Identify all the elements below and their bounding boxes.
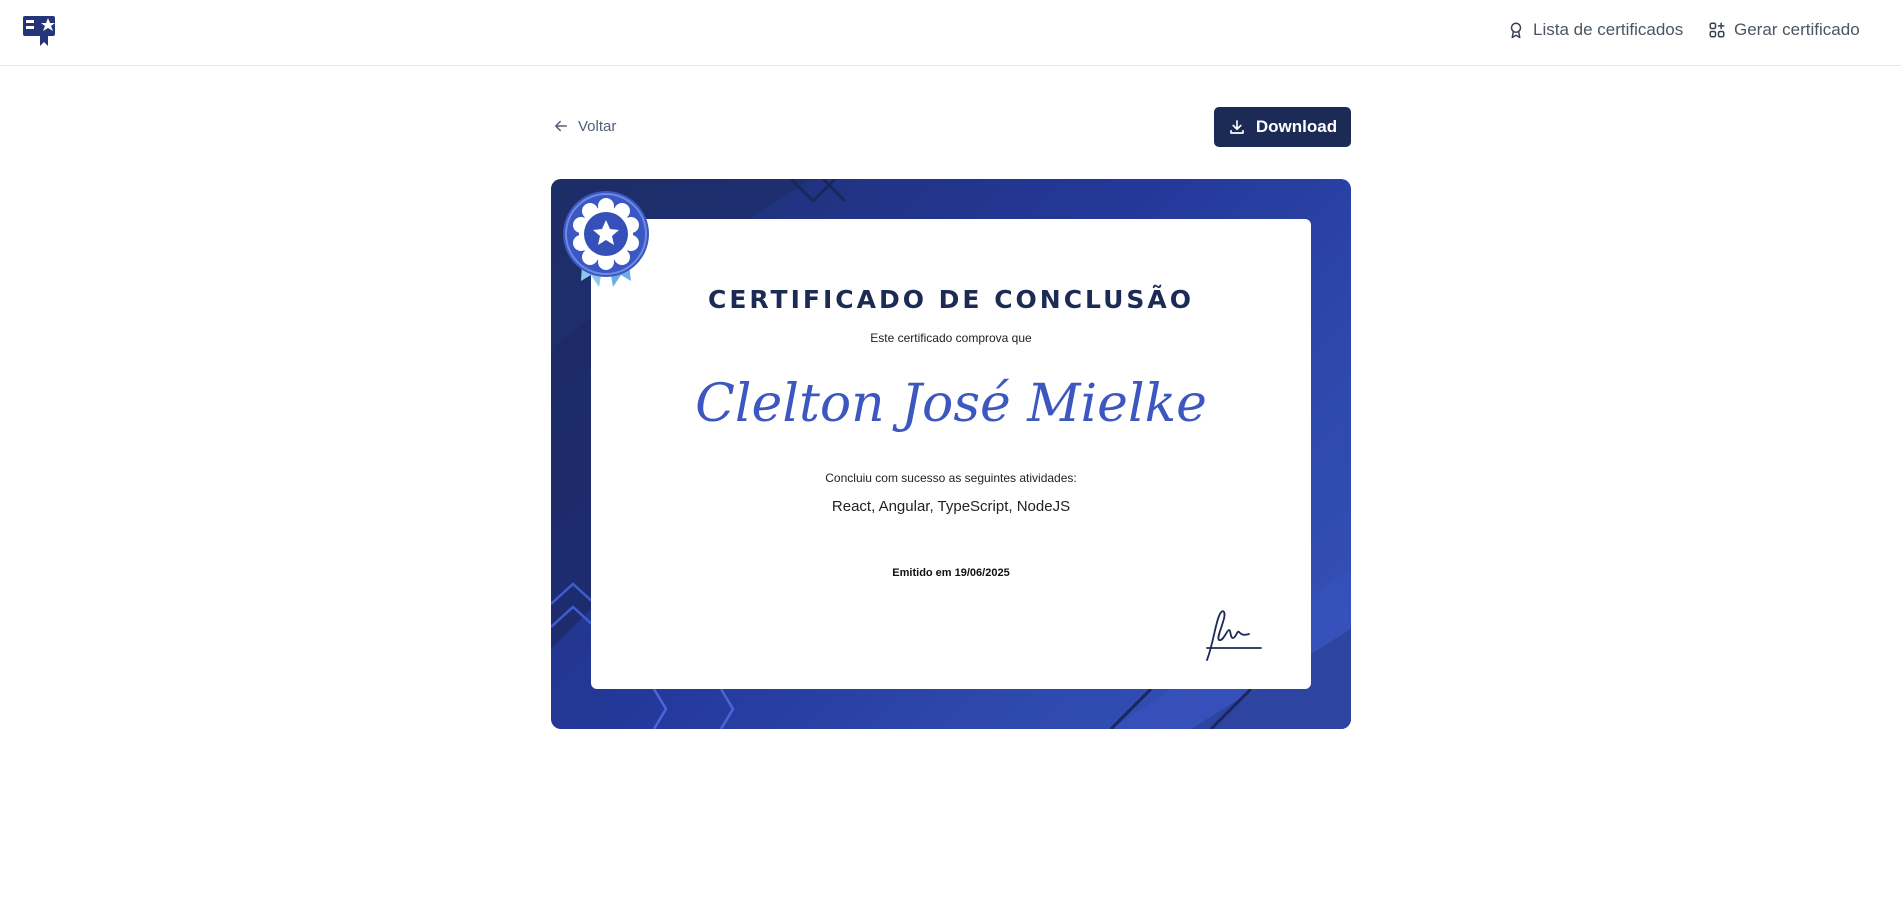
certificate-title: CERTIFICADO DE CONCLUSÃO — [707, 285, 1195, 314]
certificate-subtitle: Este certificado comprova que — [870, 331, 1032, 345]
activities-list: React, Angular, TypeScript, NodeJS — [831, 498, 1071, 515]
completed-activities-label: Concluiu com sucesso as seguintes ativid… — [825, 471, 1077, 485]
nav-generate-certificate[interactable]: Gerar certificado — [1708, 20, 1860, 40]
grid-plus-icon — [1709, 22, 1725, 38]
arrow-left-icon — [555, 120, 567, 132]
download-icon — [1230, 120, 1244, 134]
nav-certificate-list[interactable]: Lista de certificados — [1507, 20, 1683, 40]
award-icon — [1510, 22, 1522, 39]
back-link-label: Voltar — [578, 117, 617, 135]
download-button-label: Download — [1255, 117, 1338, 136]
certificate-preview: CERTIFICADO DE CONCLUSÃO Este certificad… — [551, 179, 1351, 729]
nav-certificate-list-label: Lista de certificados — [1533, 20, 1684, 39]
nav-generate-certificate-label: Gerar certificado — [1734, 20, 1860, 39]
recipient-name: Clelton José Mielke — [695, 374, 1207, 434]
certificate-badge-icon[interactable] — [22, 14, 58, 48]
signature-icon — [1206, 610, 1262, 661]
top-navbar: Lista de certificados Gerar certificado — [0, 0, 1901, 66]
download-button[interactable]: Download — [1214, 107, 1351, 147]
issued-date: Emitido em 19/06/2025 — [892, 567, 1010, 579]
star-rosette-icon — [563, 191, 649, 287]
back-link[interactable]: Voltar — [552, 117, 616, 135]
certificate-card: CERTIFICADO DE CONCLUSÃO Este certificad… — [591, 219, 1311, 689]
